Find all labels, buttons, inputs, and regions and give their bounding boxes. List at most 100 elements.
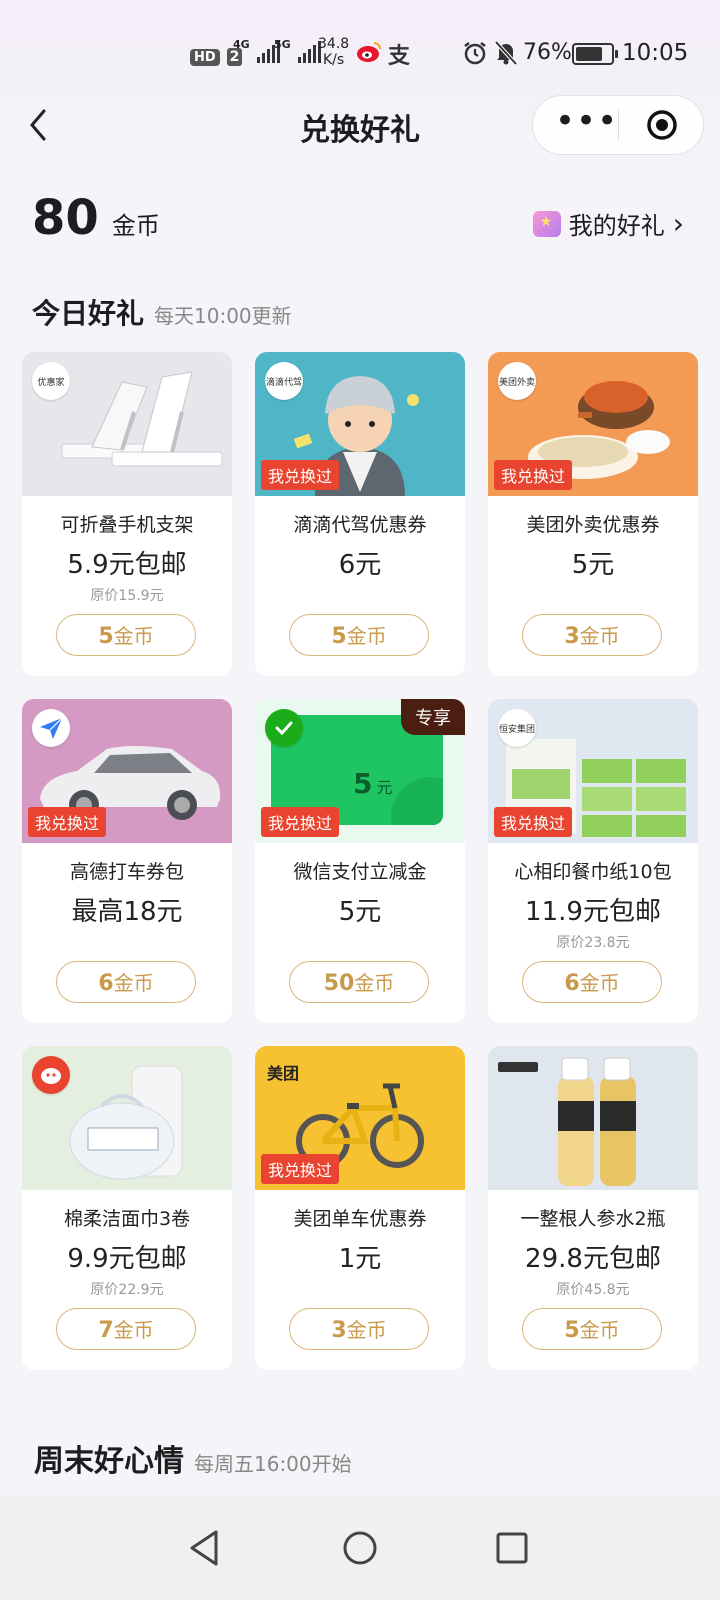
redeem-button[interactable]: 6金币 — [522, 961, 662, 1003]
back-nav-button[interactable] — [182, 1524, 230, 1572]
section-today-header: 今日好礼 每天10:00更新 — [32, 292, 292, 332]
coin-cost-unit: 金币 — [354, 971, 395, 995]
recents-nav-button[interactable] — [488, 1524, 536, 1572]
redeem-button[interactable]: 6金币 — [56, 961, 196, 1003]
my-gifts-link[interactable]: 我的好礼 › — [532, 206, 684, 241]
exchanged-badge: 我兑换过 — [494, 460, 573, 490]
product-image: 优惠家 — [22, 352, 232, 496]
gift-name: 美团单车优惠券 — [293, 1208, 427, 1230]
coin-cost: 6 — [564, 971, 580, 996]
original-price: 原价22.9元 — [90, 1282, 164, 1298]
coin-cost-unit: 金币 — [579, 971, 620, 995]
coin-cost-unit: 金币 — [579, 624, 620, 648]
coin-cost-unit: 金币 — [346, 624, 387, 648]
exchanged-badge: 我兑换过 — [28, 807, 107, 837]
brand-name: 美团外卖 — [498, 377, 535, 388]
redeem-button[interactable]: 50金币 — [289, 961, 429, 1003]
gift-name: 美团外卖优惠券 — [526, 514, 660, 536]
gift-card[interactable]: 优惠家 可折叠手机支架 5.9元包邮 原价15.9元 5金币 — [22, 352, 232, 676]
weibo-icon — [356, 40, 382, 64]
mascot-icon — [41, 1068, 61, 1084]
redeem-button[interactable]: 3金币 — [522, 614, 662, 656]
coin-unit: 金币 — [111, 212, 160, 240]
coin-cost: 3 — [331, 1318, 347, 1343]
gift-card[interactable]: 滴滴代驾 我兑换过 滴滴代驾优惠券 6元 5金币 — [255, 352, 465, 676]
gift-card[interactable]: 美团外卖 我兑换过 美团外卖优惠券 5元 3金币 — [488, 352, 698, 676]
original-price: 原价45.8元 — [556, 1282, 630, 1298]
exchanged-badge: 我兑换过 — [494, 807, 573, 837]
product-image: 美团外卖 我兑换过 — [488, 352, 698, 496]
signal-4g: 4G — [233, 38, 280, 63]
exchanged-badge: 我兑换过 — [261, 1154, 340, 1184]
gift-card[interactable]: 棉柔洁面巾3卷 9.9元包邮 原价22.9元 7金币 — [22, 1046, 232, 1370]
battery-icon — [572, 41, 618, 66]
gift-name: 棉柔洁面巾3卷 — [63, 1208, 191, 1230]
gift-name: 高德打车券包 — [69, 861, 184, 883]
original-price: 原价23.8元 — [556, 935, 630, 951]
home-nav-button[interactable] — [336, 1524, 384, 1572]
hd-badge: HD — [190, 49, 220, 66]
section-title: 今日好礼 — [32, 297, 145, 330]
coupon-unit: 元 — [376, 778, 393, 797]
coin-cost: 6 — [98, 971, 114, 996]
gift-price: 最高18元 — [71, 897, 183, 927]
coupon-value: 5 — [353, 767, 373, 800]
gift-name: 微信支付立减金 — [293, 861, 427, 883]
brand-logo: 恒安集团 — [498, 709, 536, 747]
network-5g-label: 5G — [274, 38, 291, 51]
signal-5g: 5G — [274, 38, 321, 63]
gift-card[interactable]: 恒安集团 我兑换过 心相印餐巾纸10包 11.9元包邮 原价23.8元 6金币 — [488, 699, 698, 1023]
section-subtitle: 每周五16:00开始 — [194, 1452, 352, 1476]
redeem-button[interactable]: 5金币 — [289, 614, 429, 656]
redeem-button[interactable]: 3金币 — [289, 1308, 429, 1350]
coin-balance: 80 金币 — [32, 190, 160, 250]
gift-name: 心相印餐巾纸10包 — [514, 861, 672, 883]
gift-card[interactable]: 我兑换过 高德打车券包 最高18元 6金币 — [22, 699, 232, 1023]
navigation-bar: 兑换好礼 ••• — [0, 95, 720, 155]
coin-cost: 5 — [331, 624, 347, 649]
coin-cost: 3 — [564, 624, 580, 649]
redeem-button[interactable]: 5金币 — [56, 614, 196, 656]
system-navigation-bar — [0, 1496, 720, 1600]
alarm-icon — [462, 40, 488, 66]
coin-cost-unit: 金币 — [113, 971, 154, 995]
triangle-back-icon — [190, 1530, 218, 1566]
clock: 10:05 — [622, 40, 689, 66]
more-icon: ••• — [555, 101, 619, 141]
coin-cost-unit: 金币 — [113, 1318, 154, 1342]
battery-percent: 76% — [523, 40, 572, 65]
network-4g-label: 4G — [233, 38, 250, 51]
amap-logo — [32, 709, 70, 747]
exclusive-badge: 专享 — [401, 699, 465, 735]
gift-price: 5元 — [571, 550, 615, 580]
redeem-button[interactable]: 7金币 — [56, 1308, 196, 1350]
coin-cost: 7 — [98, 1318, 114, 1343]
gift-name: 滴滴代驾优惠券 — [293, 514, 427, 536]
redeem-button[interactable]: 5金币 — [522, 1308, 662, 1350]
coin-cost-unit: 金币 — [113, 624, 154, 648]
brand-logo: 优惠家 — [32, 362, 70, 400]
exchanged-badge: 我兑换过 — [261, 807, 340, 837]
meituan-logo: 美团 — [263, 1058, 304, 1086]
miniapp-capsule: ••• — [532, 95, 704, 155]
gift-card[interactable]: 5元 专享 我兑换过 微信支付立减金 5元 50金币 — [255, 699, 465, 1023]
coin-cost-unit: 金币 — [579, 1318, 620, 1342]
product-image: 我兑换过 — [22, 699, 232, 843]
coin-amount: 80 — [32, 190, 99, 246]
circle-home-icon — [343, 1531, 377, 1565]
original-price: 原价15.9元 — [90, 588, 164, 604]
more-menu-button[interactable]: ••• — [555, 104, 617, 144]
gift-card[interactable]: 美团 我兑换过 美团单车优惠券 1元 3金币 — [255, 1046, 465, 1370]
close-miniapp-button[interactable] — [645, 108, 679, 142]
section-subtitle: 每天10:00更新 — [154, 304, 292, 328]
paper-plane-icon — [40, 717, 63, 739]
mute-icon — [494, 40, 518, 66]
chevron-right-icon: › — [672, 207, 684, 240]
wechat-pay-logo — [265, 709, 303, 747]
target-close-icon — [647, 110, 677, 140]
gift-card[interactable]: 一整根人参水2瓶 29.8元包邮 原价45.8元 5金币 — [488, 1046, 698, 1370]
check-decoration — [391, 777, 443, 825]
capsule-divider — [618, 110, 619, 140]
coin-cost: 50 — [323, 971, 355, 996]
status-bar: HD 2 4G 5G 34.8 K/s 支 76% 10:05 — [0, 0, 720, 100]
